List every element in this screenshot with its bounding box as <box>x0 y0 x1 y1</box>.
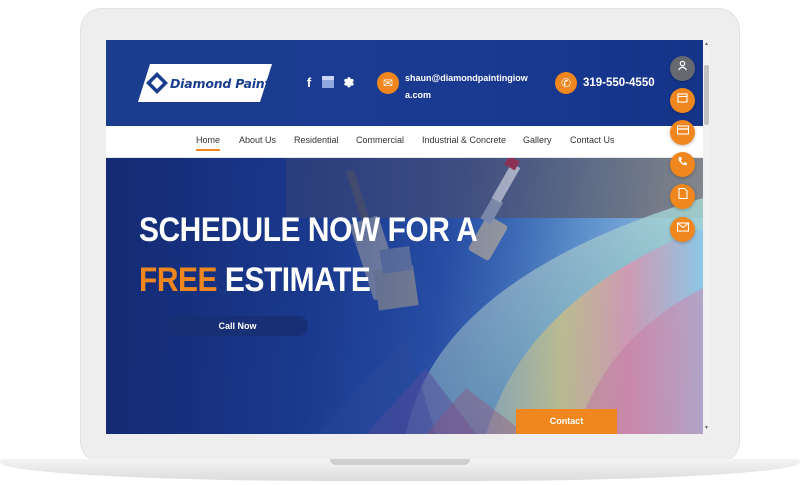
header-email[interactable]: shaun@diamondpaintingiowa.com <box>405 70 535 104</box>
hero-title-line-1: SCHEDULE NOW FOR A <box>139 211 478 249</box>
hero-highlight-free: FREE <box>139 261 218 299</box>
hero-title-line-2: FREE ESTIMATE <box>139 261 371 300</box>
nav-residential[interactable]: Residential <box>294 135 339 145</box>
hero-banner: SCHEDULE NOW FOR A FREE ESTIMATE Call No… <box>106 158 703 434</box>
laptop-notch <box>330 459 470 465</box>
hero-title-estimate: ESTIMATE <box>224 261 371 299</box>
scroll-down-arrow[interactable]: ▼ <box>704 426 709 431</box>
nav-commercial[interactable]: Commercial <box>356 135 404 145</box>
email-icon[interactable]: ✉ <box>377 72 399 94</box>
main-nav: Home About Us Residential Commercial Ind… <box>106 126 703 158</box>
user-icon[interactable] <box>670 56 695 81</box>
phone-icon[interactable] <box>670 152 695 177</box>
header-phone[interactable]: 319-550-4550 <box>583 77 655 89</box>
phone-glyph <box>678 157 687 166</box>
calendar-icon[interactable] <box>670 88 695 113</box>
yelp-icon[interactable]: ✽ <box>342 76 356 90</box>
document-glyph <box>677 187 688 200</box>
nav-industrial-concrete[interactable]: Industrial & Concrete <box>422 135 506 145</box>
scroll-thumb[interactable] <box>704 65 709 125</box>
site-header: Diamond Painting f ✽ ✉ shaun@diamondpain… <box>106 40 703 126</box>
facebook-icon[interactable]: f <box>302 76 316 90</box>
calendar-glyph <box>677 93 688 103</box>
browser-screen: Diamond Painting f ✽ ✉ shaun@diamondpain… <box>106 40 710 434</box>
contact-tab-button[interactable]: Contact <box>516 409 617 434</box>
scrollbar[interactable]: ▲ ▼ <box>703 40 710 434</box>
scroll-up-arrow[interactable]: ▲ <box>704 42 709 47</box>
document-icon[interactable] <box>670 184 695 209</box>
nav-gallery[interactable]: Gallery <box>523 135 552 145</box>
nav-contact-us[interactable]: Contact Us <box>570 135 615 145</box>
nav-about-us[interactable]: About Us <box>239 135 276 145</box>
user-glyph <box>678 60 687 71</box>
call-now-button[interactable]: Call Now <box>167 316 308 336</box>
credit-card-icon[interactable] <box>670 120 695 145</box>
nav-home[interactable]: Home <box>196 135 221 151</box>
logo-text: Diamond Painting <box>170 76 292 91</box>
google-business-glyph <box>322 76 334 88</box>
mail-icon[interactable] <box>670 217 695 242</box>
phone-icon[interactable]: ✆ <box>555 72 577 94</box>
mail-glyph <box>676 222 689 232</box>
google-business-icon[interactable] <box>321 76 335 90</box>
credit-card-glyph <box>676 125 689 135</box>
